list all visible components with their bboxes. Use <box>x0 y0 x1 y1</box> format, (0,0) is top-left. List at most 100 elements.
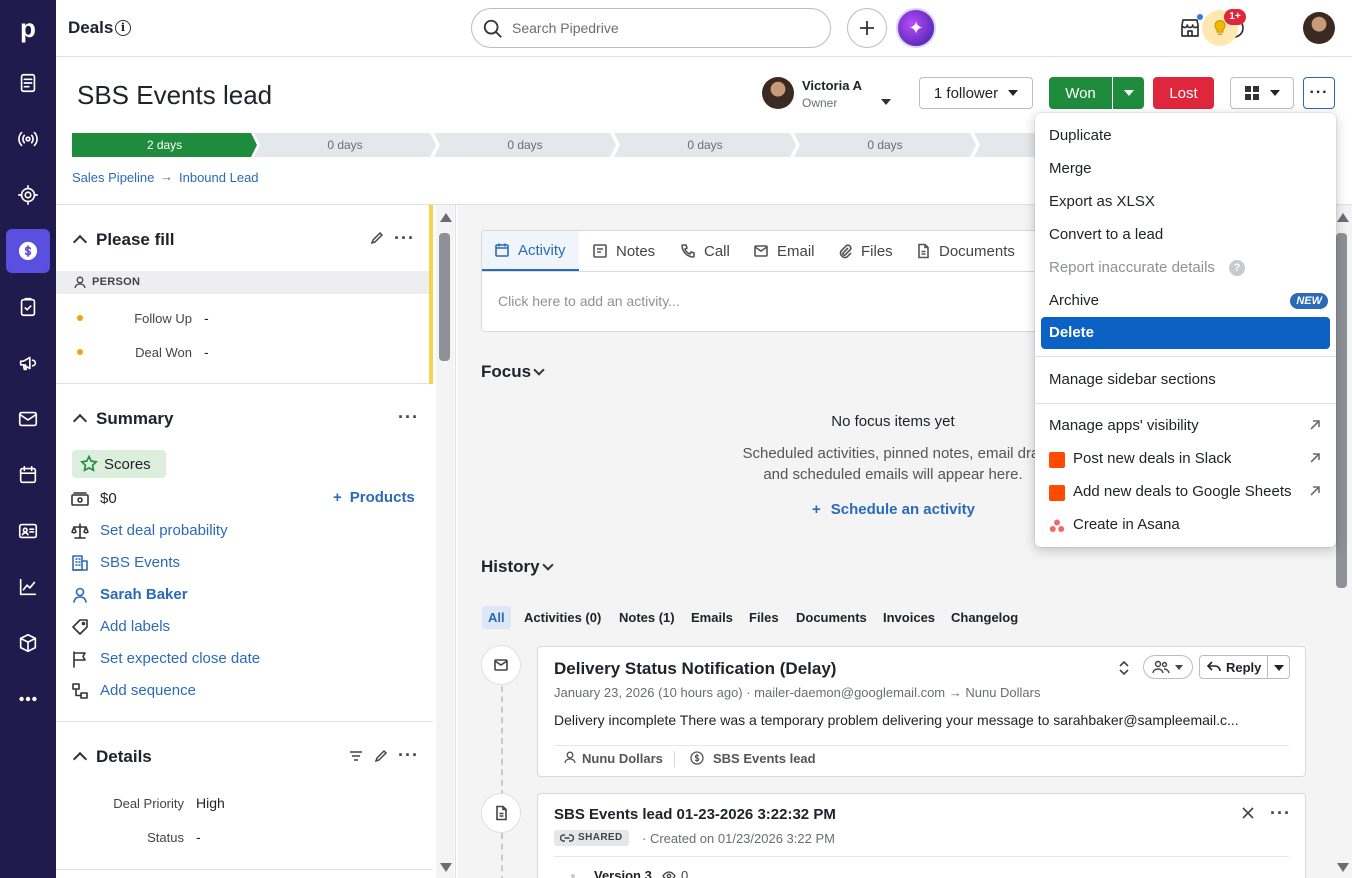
more-apps-icon[interactable] <box>6 677 50 721</box>
pipeline-stage-1[interactable]: 2 days <box>72 133 257 157</box>
menu-item-duplicate[interactable]: Duplicate <box>1041 120 1330 152</box>
products-box-icon[interactable] <box>6 621 50 665</box>
menu-item-google-sheets[interactable]: Add new deals to Google Sheets <box>1041 476 1330 508</box>
broadcast-icon[interactable] <box>6 117 50 161</box>
document-history-card[interactable]: SBS Events lead 01-23-2026 3:22:32 PM ··… <box>537 793 1306 878</box>
deal-title[interactable]: SBS Events lead <box>77 80 272 111</box>
collapse-summary-icon[interactable] <box>72 413 88 429</box>
ai-assistant-button[interactable]: ✦ <box>896 8 936 48</box>
tab-call[interactable]: Call <box>680 231 730 271</box>
leads-inbox-icon[interactable] <box>6 61 50 105</box>
scroll-up-arrow[interactable] <box>1337 213 1349 222</box>
tab-documents[interactable]: Documents <box>915 231 1015 271</box>
filter-icon[interactable] <box>348 748 364 764</box>
close-icon[interactable] <box>1241 806 1255 820</box>
deal-value[interactable]: $0 <box>100 490 117 507</box>
field-value-status[interactable]: - <box>196 829 201 845</box>
left-scroll-thumb[interactable] <box>439 233 450 361</box>
tab-notes[interactable]: Notes <box>592 231 655 271</box>
more-actions-button[interactable]: ··· <box>1303 77 1335 109</box>
tab-activity[interactable]: Activity <box>482 231 579 271</box>
breadcrumb-pipeline[interactable]: Sales Pipeline <box>72 170 154 185</box>
menu-item-convert-to-lead[interactable]: Convert to a lead <box>1041 219 1330 251</box>
email-history-card[interactable]: Delivery Status Notification (Delay) Rep… <box>537 646 1306 777</box>
document-version[interactable]: Version 3 <box>594 868 652 878</box>
scroll-down-arrow[interactable] <box>440 863 452 872</box>
won-button[interactable]: Won <box>1049 77 1112 109</box>
search-box[interactable] <box>471 8 831 48</box>
add-sequence-link[interactable]: Add sequence <box>100 682 196 699</box>
reply-button[interactable]: Reply <box>1200 656 1267 678</box>
details-more-icon[interactable]: ··· <box>398 746 419 764</box>
email-person-chip[interactable]: Nunu Dollars <box>582 751 663 766</box>
history-filter-notes[interactable]: Notes (1) <box>619 610 675 625</box>
main-scroll-thumb[interactable] <box>1336 233 1347 588</box>
email-deal-chip[interactable]: SBS Events lead <box>713 751 816 766</box>
set-probability-link[interactable]: Set deal probability <box>100 522 228 539</box>
contacts-card-icon[interactable] <box>6 509 50 553</box>
document-title[interactable]: SBS Events lead 01-23-2026 3:22:32 PM <box>554 806 836 823</box>
email-snippet[interactable]: Delivery incomplete There was a temporar… <box>554 712 1289 728</box>
menu-item-manage-sidebar[interactable]: Manage sidebar sections <box>1041 364 1330 396</box>
menu-item-slack[interactable]: Post new deals in Slack <box>1041 443 1330 475</box>
schedule-activity-button[interactable]: + Schedule an activity <box>812 501 975 518</box>
tab-files[interactable]: Files <box>837 231 893 271</box>
focus-title[interactable]: Focus <box>481 362 531 382</box>
menu-item-manage-apps[interactable]: Manage apps' visibility <box>1041 410 1330 442</box>
owner-dropdown-caret[interactable] <box>881 92 891 108</box>
deals-dollar-icon[interactable] <box>6 229 50 273</box>
menu-item-merge[interactable]: Merge <box>1041 153 1330 185</box>
menu-item-delete[interactable]: Delete <box>1041 317 1330 349</box>
pipeline-stage-4[interactable]: 0 days <box>614 133 796 157</box>
info-icon[interactable]: i <box>115 20 131 36</box>
lost-button[interactable]: Lost <box>1153 77 1214 109</box>
please-fill-more-icon[interactable]: ··· <box>394 229 415 247</box>
edit-pencil-icon[interactable] <box>373 748 389 764</box>
document-more-icon[interactable]: ··· <box>1270 804 1291 822</box>
history-filter-activities[interactable]: Activities (0) <box>524 610 601 625</box>
expand-collapse-icon[interactable] <box>1117 659 1131 677</box>
organization-link[interactable]: SBS Events <box>100 554 180 571</box>
history-title[interactable]: History <box>481 557 540 577</box>
insights-chart-icon[interactable] <box>6 565 50 609</box>
visibility-button[interactable] <box>1143 655 1193 679</box>
collapse-please-fill-icon[interactable] <box>72 234 88 250</box>
email-subject[interactable]: Delivery Status Notification (Delay) <box>554 659 836 679</box>
pipeline-stage-3[interactable]: 0 days <box>434 133 616 157</box>
won-options-button[interactable] <box>1113 77 1144 109</box>
campaigns-megaphone-icon[interactable] <box>6 341 50 385</box>
collapse-details-icon[interactable] <box>72 751 88 767</box>
history-chevron-down-icon[interactable] <box>542 559 554 571</box>
pipedrive-logo[interactable]: p <box>0 0 56 56</box>
owner-name[interactable]: Victoria A <box>802 78 862 93</box>
pipeline-stage-5[interactable]: 0 days <box>794 133 976 157</box>
edit-pencil-icon[interactable] <box>369 230 385 246</box>
follower-button[interactable]: 1 follower <box>919 77 1033 109</box>
history-filter-documents[interactable]: Documents <box>796 610 867 625</box>
view-switch-button[interactable] <box>1230 77 1294 109</box>
tasks-clipboard-icon[interactable] <box>6 285 50 329</box>
history-filter-invoices[interactable]: Invoices <box>883 610 935 625</box>
history-filter-emails[interactable]: Emails <box>691 610 733 625</box>
scores-chip[interactable]: Scores <box>72 450 166 478</box>
history-filter-all[interactable]: All <box>482 606 511 629</box>
add-activity-input[interactable]: Click here to add an activity... <box>498 293 680 309</box>
person-link[interactable]: Sarah Baker <box>100 586 188 603</box>
calendar-icon[interactable] <box>6 453 50 497</box>
pipeline-stage-2[interactable]: 0 days <box>254 133 436 157</box>
history-filter-changelog[interactable]: Changelog <box>951 610 1018 625</box>
breadcrumb-stage[interactable]: Inbound Lead <box>179 170 259 185</box>
field-value-deal-won[interactable]: - <box>204 344 209 360</box>
pipeline-stage-6[interactable] <box>974 133 1044 157</box>
field-value-deal-priority[interactable]: High <box>196 795 225 811</box>
reply-options-button[interactable] <box>1268 656 1290 678</box>
menu-item-archive[interactable]: Archive NEW <box>1041 285 1330 317</box>
set-close-date-link[interactable]: Set expected close date <box>100 650 260 667</box>
summary-more-icon[interactable]: ··· <box>398 408 419 426</box>
menu-item-asana[interactable]: Create in Asana <box>1041 509 1330 541</box>
help-icon[interactable]: ? <box>1229 260 1245 276</box>
tab-email[interactable]: Email <box>753 231 815 271</box>
history-filter-files[interactable]: Files <box>749 610 779 625</box>
add-products-button[interactable]: + Products <box>333 489 415 506</box>
mail-icon[interactable] <box>6 397 50 441</box>
